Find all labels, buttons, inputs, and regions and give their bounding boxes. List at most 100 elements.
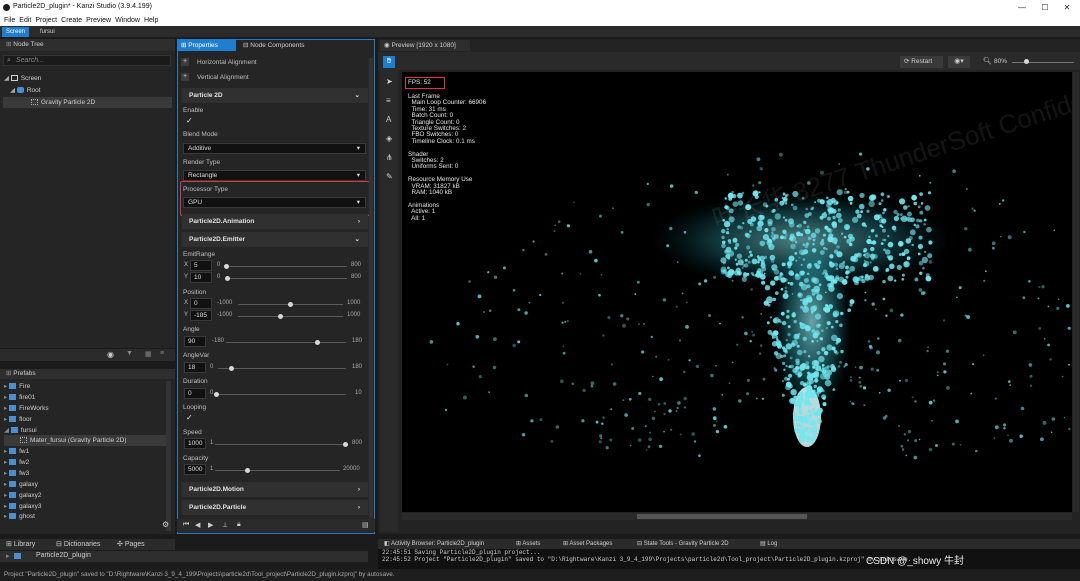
slider-knob[interactable] (225, 276, 230, 281)
minimize-button[interactable]: — (1015, 2, 1029, 13)
emit-range-y-slider[interactable] (225, 278, 347, 279)
hscroll-thumb[interactable] (637, 514, 807, 519)
bookmark-icon[interactable]: ✎ (386, 172, 393, 181)
emit-range-x-input[interactable]: 5 (190, 260, 212, 271)
slider-knob[interactable] (224, 264, 229, 269)
tab-asset-packages[interactable]: ⊞ Asset Packages (563, 540, 612, 549)
duration-slider[interactable] (215, 394, 346, 395)
pin-icon[interactable]: ⊥ (222, 521, 228, 529)
text-tool-icon[interactable]: A (386, 115, 391, 124)
slider-knob[interactable] (245, 468, 250, 473)
preview-hscroll[interactable] (402, 513, 1072, 520)
tab-state-tools[interactable]: ⊟ State Tools - Gravity Particle 2D (637, 540, 729, 549)
capacity-input[interactable]: 5000 (184, 464, 206, 475)
library-row[interactable]: ▸ Particle2D_plugin (0, 551, 368, 562)
pan-tool-icon[interactable]: ✋︎ (383, 56, 395, 68)
position-x-input[interactable]: 0 (190, 298, 212, 309)
anglevar-slider[interactable] (218, 368, 346, 369)
capacity-slider[interactable] (215, 470, 340, 471)
menu-edit[interactable]: Edit (19, 15, 31, 26)
node-search-input[interactable]: ⌕ Search... (3, 55, 171, 66)
stack-icon[interactable]: ◈ (386, 134, 392, 143)
position-y-slider[interactable] (238, 316, 343, 317)
filter-icon[interactable]: ▼ (126, 350, 133, 357)
restart-button[interactable]: ⟳ Restart (900, 56, 943, 68)
prefab-item[interactable]: ▸ galaxy (4, 479, 38, 490)
duration-input[interactable]: 0 (184, 388, 206, 399)
zoom-slider-knob[interactable] (1024, 59, 1029, 64)
prefab-item[interactable]: ▸ floor (4, 414, 32, 425)
layout-icon[interactable]: ▤ (362, 521, 369, 529)
menu-project[interactable]: Project (35, 15, 57, 26)
tree-item-root[interactable]: ◢ Root (10, 85, 41, 96)
looping-checkbox[interactable]: ✓ (186, 413, 193, 422)
slider-knob[interactable] (288, 302, 293, 307)
prefab-item[interactable]: ▸ FireWorks (4, 403, 49, 414)
settings-icon[interactable]: ⚙ (162, 520, 169, 529)
previous-icon[interactable]: ⏮ (183, 521, 189, 529)
angle-input[interactable]: 90 (184, 336, 206, 347)
select-tool-icon[interactable]: ➤ (386, 77, 393, 86)
tree-item-gravity-particle[interactable]: Gravity Particle 2D (3, 97, 172, 108)
render-type-select[interactable]: Rectangle ▾ (183, 170, 366, 181)
tree-item-screen[interactable]: ◢ Screen (4, 73, 41, 84)
tab-library[interactable]: ⊞ Library (6, 540, 35, 548)
enable-checkbox[interactable]: ✓ (186, 116, 193, 125)
connect-icon[interactable]: ⋔ (386, 153, 393, 162)
lock-icon[interactable]: 🔒︎ (237, 521, 241, 529)
emit-range-x-slider[interactable] (225, 266, 347, 267)
section-particle2d-motion[interactable]: Particle2D.Motion › (182, 482, 368, 497)
slider-knob[interactable] (229, 366, 234, 371)
slider-knob[interactable] (315, 340, 320, 345)
speed-slider[interactable] (215, 444, 346, 445)
processor-type-select[interactable]: GPU ▾ (183, 197, 366, 208)
add-property-button[interactable]: + (181, 73, 189, 81)
preview-canvas[interactable]: FPS: 52 Last Frame Main Loop Counter: 66… (402, 72, 1072, 512)
prefab-item[interactable]: ▸ fire01 (4, 392, 35, 403)
tab-node-components[interactable]: ⊟ Node Components (243, 40, 304, 51)
prefab-item[interactable]: ▸ galaxy2 (4, 490, 41, 501)
slider-knob[interactable] (214, 392, 219, 397)
menu-window[interactable]: Window (115, 15, 140, 26)
prefab-item[interactable]: ▸ ghost (4, 511, 35, 522)
section-particle2d-animation[interactable]: Particle2D.Animation › (182, 214, 368, 229)
tab-log[interactable]: ▤ Log (760, 540, 777, 549)
tab-activity-browser[interactable]: ◧ Activity Browser: Particle2D_plugin (384, 540, 484, 549)
tab-fursui[interactable]: fursui (36, 27, 59, 37)
prefabs-scrollbar[interactable] (166, 381, 171, 531)
anglevar-input[interactable]: 18 (184, 362, 206, 373)
layers-icon[interactable]: ≡ (386, 96, 391, 105)
tab-assets[interactable]: ⊞ Assets (516, 540, 540, 549)
tab-properties[interactable]: ⊞ Properties (178, 40, 236, 51)
prefab-item[interactable]: ▸ Fire (4, 381, 30, 392)
zoom-slider[interactable] (1012, 62, 1074, 63)
blend-mode-select[interactable]: Additive ▾ (183, 143, 366, 154)
tab-pages[interactable]: ✣ Pages (117, 540, 145, 548)
emit-range-y-input[interactable]: 10 (190, 272, 212, 283)
menu-preview[interactable]: Preview (86, 15, 111, 26)
add-property-button[interactable]: + (181, 58, 189, 66)
tab-screen[interactable]: Screen (2, 27, 30, 37)
section-particle2d-particle[interactable]: Particle2D.Particle › (182, 500, 368, 515)
maximize-button[interactable]: ☐ (1038, 2, 1052, 13)
prefab-item[interactable]: ▸ fw1 (4, 446, 29, 457)
prefab-item[interactable]: ▸ fw3 (4, 468, 29, 479)
slider-knob[interactable] (278, 314, 283, 319)
speed-input[interactable]: 1000 (184, 438, 206, 449)
list-icon[interactable]: ≡ (160, 350, 164, 357)
preview-vscroll[interactable] (1073, 72, 1079, 512)
properties-scrollbar[interactable] (369, 58, 373, 518)
position-y-input[interactable]: -185 (190, 310, 212, 321)
tab-preview[interactable]: ◉ Preview [1920 x 1080] (380, 40, 470, 51)
menu-create[interactable]: Create (61, 15, 82, 26)
close-button[interactable]: ✕ (1060, 2, 1074, 13)
menu-help[interactable]: Help (144, 15, 158, 26)
visibility-toggle[interactable]: ◉▾ (948, 56, 970, 68)
section-particle2d-emitter[interactable]: Particle2D.Emitter ⌄ (182, 232, 368, 247)
back-icon[interactable]: ◀ (195, 521, 200, 529)
prefab-item-selected[interactable]: Mater_fursui (Gravity Particle 2D) (4, 435, 166, 446)
tab-dictionaries[interactable]: ⊟ Dictionaries (56, 540, 100, 548)
grid-icon[interactable]: ▦ (145, 350, 152, 358)
slider-knob[interactable] (343, 442, 348, 447)
menu-file[interactable]: File (4, 15, 15, 26)
